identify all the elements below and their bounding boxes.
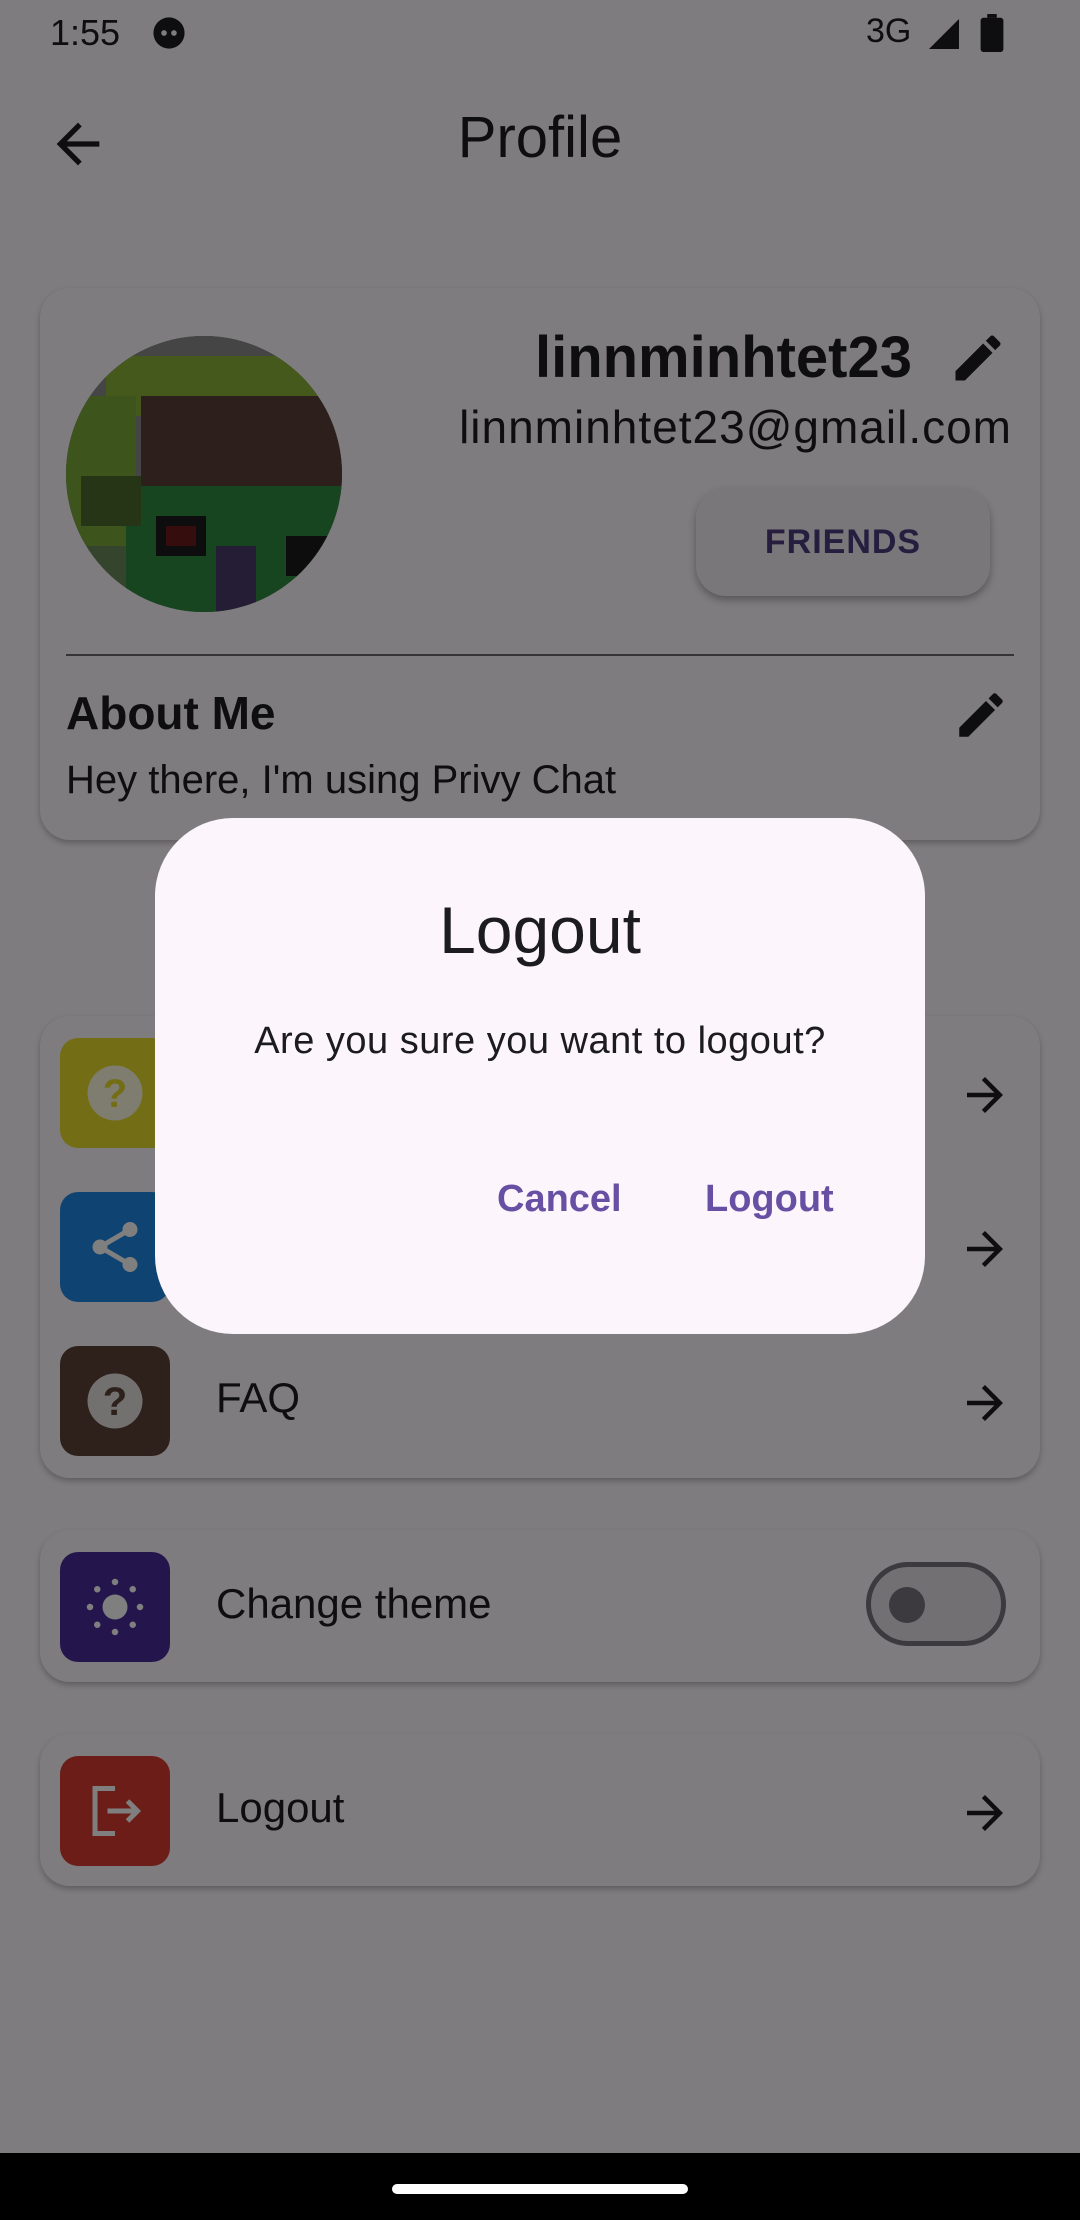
navigation-bar	[0, 2153, 1080, 2220]
dialog-message: Are you sure you want to logout?	[254, 1020, 826, 1062]
logout-dialog: Logout Are you sure you want to logout? …	[155, 818, 925, 1334]
profile-screen: 1:55 3G Profile	[0, 0, 1080, 2153]
dialog-title: Logout	[439, 893, 641, 967]
home-gesture-handle[interactable]	[392, 2184, 688, 2194]
cancel-button[interactable]: Cancel	[497, 1178, 622, 1221]
confirm-logout-button[interactable]: Logout	[705, 1178, 834, 1221]
